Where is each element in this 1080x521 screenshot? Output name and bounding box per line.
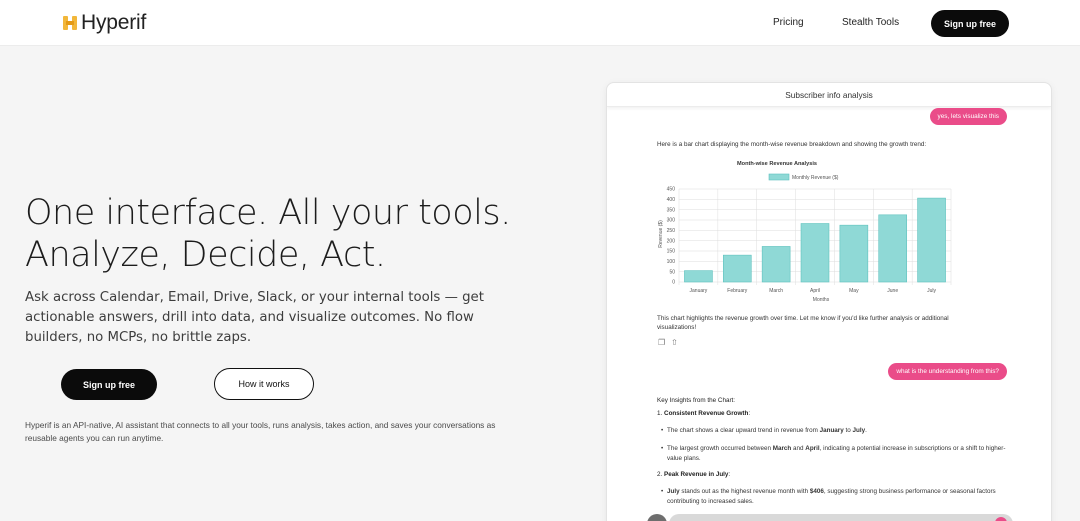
insights-title: Key Insights from the Chart: — [657, 397, 736, 404]
chart-x-axis-label: Months — [813, 297, 830, 303]
insight-2-suffix: : — [728, 471, 731, 478]
insight-2-bullet-1-month: July — [667, 488, 680, 495]
assistant-message-intro: Here is a bar chart displaying the month… — [657, 141, 927, 148]
chat-preview-panel: Subscriber info analysis yes, lets visua… — [606, 82, 1052, 521]
chart-legend-label: Monthly Revenue ($) — [792, 175, 839, 181]
insight-2-bullet-1-mid: stands out as the highest revenue month … — [679, 488, 810, 495]
logo-text: Hyperif — [81, 11, 147, 34]
copy-icon[interactable]: ❐ — [658, 338, 665, 347]
chart-x-tick-label: June — [887, 288, 898, 294]
chart-y-tick-label: 150 — [667, 249, 676, 255]
insight-1-bullet-2: • The largest growth occurred between Mar… — [661, 445, 1006, 462]
chart-bar-may — [839, 224, 869, 283]
assistant-message-after-line-2: visualizations! — [657, 324, 697, 331]
share-icon[interactable]: ⇧ — [671, 338, 678, 347]
chart-y-tick-label: 250 — [667, 228, 676, 234]
hyperif-logo-icon — [63, 16, 77, 30]
chart-y-tick-label: 100 — [667, 259, 676, 265]
insight-1-suffix: : — [748, 410, 751, 417]
insight-2-title: Peak Revenue in July — [664, 471, 729, 478]
chart-y-tick-label: 200 — [667, 238, 676, 244]
chart-y-tick-label: 450 — [667, 187, 676, 193]
hero-sign-up-button[interactable]: Sign up free — [61, 369, 157, 400]
insight-2-number: 2. — [657, 471, 663, 478]
chart-x-tick-label: January — [690, 288, 708, 294]
insight-1-bullet-2-month-2: April — [805, 445, 820, 452]
insight-1-bullet-2-mid: and — [791, 445, 806, 452]
insight-1-bullet-2-month-1: March — [772, 445, 792, 452]
insight-1-bullet-1-mid: to — [843, 427, 853, 434]
user-message-bubble: yes, lets visualize this — [929, 108, 1007, 125]
insight-1-number: 1. — [657, 410, 663, 417]
headline-line-1: One interface. All your tools. — [25, 193, 511, 233]
chat-title: Subscriber info analysis — [607, 83, 1051, 107]
chart-bar-april — [800, 223, 830, 283]
chart-y-tick-label: 350 — [667, 207, 676, 213]
chat-input[interactable] — [669, 514, 1013, 521]
chart-y-axis-label: Revenue ($) — [658, 220, 664, 248]
chart-x-tick-label: April — [810, 288, 820, 294]
chart-x-tick-label: July — [927, 288, 936, 294]
nav-link-stealth-tools[interactable]: Stealth Tools — [842, 17, 899, 28]
logo[interactable]: Hyperif — [62, 11, 146, 35]
top-navigation-bar: Hyperif Pricing Stealth Tools Sign up fr… — [0, 0, 1080, 46]
chart-x-tick-label: May — [849, 288, 859, 294]
chart-bar-march — [761, 246, 791, 283]
header-sign-up-button[interactable]: Sign up free — [931, 10, 1009, 37]
assistant-message-after-line-1: This chart highlights the revenue growth… — [657, 315, 949, 322]
chart-y-tick-label: 300 — [667, 218, 676, 224]
headline-line-2: Analyze, Decide, Act. — [25, 235, 386, 275]
insight-1-bullet-1-month-2: July — [852, 427, 866, 434]
how-it-works-button[interactable]: How it works — [214, 368, 314, 400]
hero-subheading: Ask across Calendar, Email, Drive, Slack… — [25, 290, 484, 345]
nav-link-pricing[interactable]: Pricing — [773, 17, 804, 28]
chart-title: Month-wise Revenue Analysis — [737, 161, 817, 167]
insight-1-bullet-1-month-1: January — [819, 427, 844, 434]
chart-bar-june — [878, 214, 908, 283]
insight-1-bullet-2-pre: The largest growth occurred between — [667, 445, 773, 452]
attach-button[interactable] — [647, 514, 667, 521]
user-message-bubble-2: what is the understanding from this? — [888, 363, 1007, 380]
insight-2-heading: 2. Peak Revenue in July: — [657, 470, 730, 479]
insight-1-bullet-1-end: . — [865, 427, 867, 434]
chart-bar-january — [684, 270, 713, 283]
chart-y-tick-label: 400 — [667, 197, 676, 203]
chart-legend-swatch — [768, 173, 790, 181]
chart-x-tick-label: February — [727, 288, 748, 294]
insight-2-bullet-1: • July stands out as the highest revenue … — [661, 488, 996, 505]
chart-y-tick-label: 0 — [672, 280, 675, 286]
chart-x-tick-label: March — [769, 288, 783, 294]
insight-1-title: Consistent Revenue Growth — [664, 410, 749, 417]
chart-bar-july — [917, 197, 946, 283]
insight-2-bullet-1-value: $406 — [809, 488, 824, 495]
insight-1-heading: 1. Consistent Revenue Growth: — [657, 409, 750, 418]
product-description: Hyperif is an API-native, AI assistant t… — [25, 420, 496, 443]
insight-1-bullet-1: • The chart shows a clear upward trend in… — [661, 427, 867, 434]
chart-bar-february — [722, 254, 752, 283]
revenue-bar-chart: Month-wise Revenue Analysis Monthly Reve… — [658, 161, 952, 303]
chart-y-tick-label: 50 — [669, 269, 675, 275]
insight-1-bullet-1-pre: The chart shows a clear upward trend in … — [667, 427, 820, 434]
